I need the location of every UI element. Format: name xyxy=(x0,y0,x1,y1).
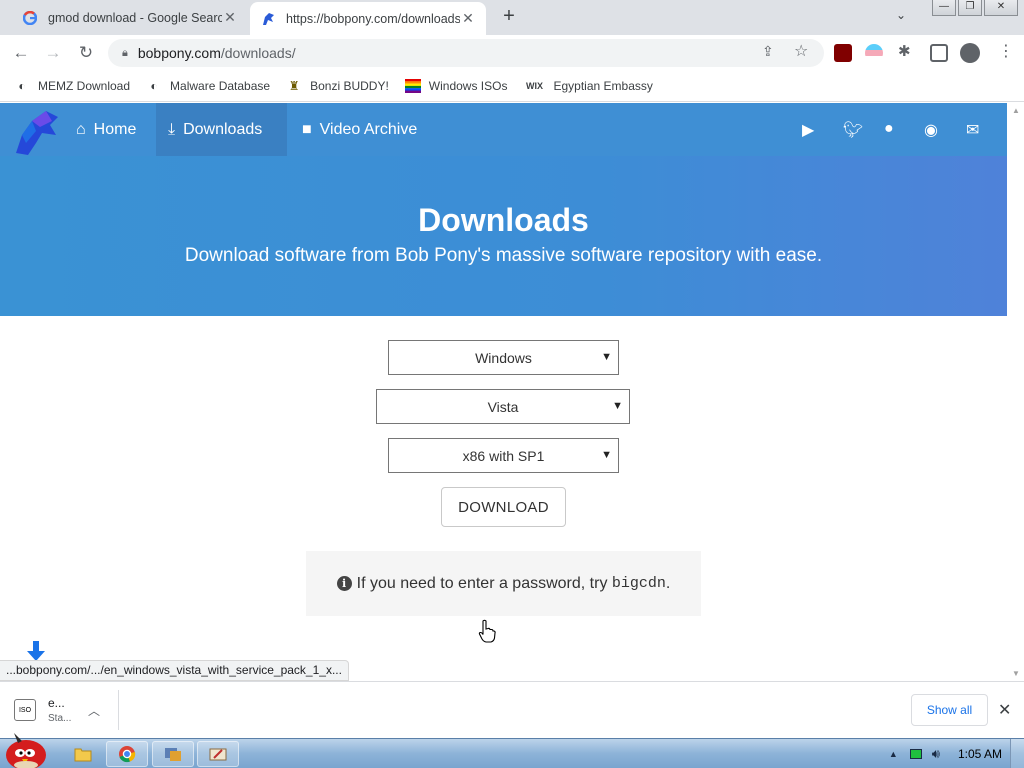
close-shelf-icon[interactable]: ✕ xyxy=(998,700,1011,720)
chevron-down-icon: ▼ xyxy=(601,351,612,363)
tab-bobpony-downloads[interactable]: https://bobpony.com/downloads ✕ xyxy=(250,2,486,35)
explorer-taskbar-icon[interactable] xyxy=(62,741,104,767)
show-desktop-button[interactable] xyxy=(1010,739,1024,768)
password-code: bigcdn xyxy=(611,575,666,592)
page-title: Downloads xyxy=(418,202,589,238)
chevron-down-icon: ▼ xyxy=(612,400,623,412)
share-icon[interactable]: ⇪ xyxy=(762,43,774,60)
web-page: ⌂ Home ⤓ Downloads ■ Video Archive ▶ 🐦︎ … xyxy=(0,103,1007,681)
lock-icon: 🔒︎ xyxy=(122,46,128,59)
tab-search-chevron-icon[interactable]: ⌄ xyxy=(896,8,906,22)
profile-avatar-icon[interactable] xyxy=(960,43,980,63)
discord-icon[interactable]: ◉ xyxy=(924,120,938,140)
app-taskbar-icon[interactable] xyxy=(152,741,194,767)
globe-icon: ◐ xyxy=(150,78,158,93)
close-tab-icon[interactable]: ✕ xyxy=(460,10,476,27)
chevron-up-icon[interactable]: ︿ xyxy=(88,702,100,719)
start-button-angry-bird-icon[interactable] xyxy=(2,731,50,768)
show-all-button[interactable]: Show all xyxy=(911,694,988,726)
menu-kebab-icon[interactable]: ⋮ xyxy=(998,41,1014,61)
rainbow-flag-icon xyxy=(404,78,421,94)
page-scrollbar[interactable]: ▲ ▼ xyxy=(1007,103,1024,681)
minimize-icon[interactable]: — xyxy=(932,0,956,16)
info-icon: i xyxy=(336,576,352,591)
browser-toolbar: ← → ↻ 🔒︎ bobpony.com/downloads/ ⇪ ☆ ✱ ⋮ xyxy=(0,35,1024,70)
nav-downloads[interactable]: ⤓ Downloads xyxy=(156,103,287,156)
close-tab-icon[interactable]: ✕ xyxy=(222,9,238,26)
bonzi-icon: ♜ xyxy=(288,78,300,93)
youtube-icon[interactable]: ▶ xyxy=(802,120,814,140)
system-tray: ▲ 🔊︎ 1:05 AM xyxy=(889,739,1024,768)
bobpony-logo-icon[interactable] xyxy=(12,107,62,157)
download-icon: ⤓ xyxy=(168,120,176,138)
download-status: Sta... xyxy=(48,713,72,724)
puzzle-extensions-icon[interactable]: ✱ xyxy=(898,42,911,60)
tab-google-search[interactable]: gmod download - Google Search ✕ xyxy=(12,0,248,35)
nav-video-archive[interactable]: ■ Video Archive xyxy=(290,103,429,156)
side-panel-icon[interactable] xyxy=(930,44,948,62)
password-notice: i If you need to enter a password, try b… xyxy=(306,551,701,616)
back-icon[interactable]: ← xyxy=(10,42,32,64)
divider xyxy=(118,690,119,730)
chrome-taskbar-icon[interactable] xyxy=(106,741,148,767)
bookmark-windows-isos[interactable]: Windows ISOs xyxy=(404,78,507,94)
clock[interactable]: 1:05 AM xyxy=(958,747,1002,761)
home-icon: ⌂ xyxy=(76,120,86,138)
wix-icon: WIX xyxy=(525,80,543,91)
extension-icon[interactable] xyxy=(865,44,883,62)
ublock-extension-icon[interactable] xyxy=(834,44,852,62)
tab-title: gmod download - Google Search xyxy=(48,10,222,25)
tab-strip: gmod download - Google Search ✕ https://… xyxy=(0,0,1024,35)
download-filename: e... xyxy=(48,696,65,710)
google-icon xyxy=(22,10,38,26)
bookmark-star-icon[interactable]: ☆ xyxy=(794,41,808,61)
page-subtitle: Download software from Bob Pony's massiv… xyxy=(184,245,823,266)
site-navbar: ⌂ Home ⤓ Downloads ■ Video Archive ▶ 🐦︎ … xyxy=(0,103,1007,156)
notice-text: If you need to enter a password, try xyxy=(356,574,612,592)
scroll-up-icon[interactable]: ▲ xyxy=(1012,106,1020,115)
windows-taskbar: ▲ 🔊︎ 1:05 AM xyxy=(0,733,1024,768)
download-button[interactable]: DOWNLOAD xyxy=(441,487,566,527)
bobpony-favicon-icon xyxy=(260,11,276,27)
url-text: bobpony.com/downloads/ xyxy=(137,45,296,61)
hand-cursor-icon xyxy=(478,619,496,643)
restore-icon[interactable]: ❐ xyxy=(958,0,982,16)
new-tab-button[interactable]: + xyxy=(498,6,520,28)
hero-banner: Downloads Download software from Bob Pon… xyxy=(0,156,1007,316)
video-icon: ■ xyxy=(302,120,312,138)
download-shelf: ISO e... Sta... ︿ Show all ✕ xyxy=(0,681,1024,738)
reload-icon[interactable]: ↻ xyxy=(75,42,97,64)
volume-icon[interactable]: 🔊︎ xyxy=(932,746,940,762)
status-bar-url: ...bobpony.com/.../en_windows_vista_with… xyxy=(0,660,349,681)
os-select[interactable]: Windows ▼ xyxy=(388,340,619,375)
scroll-down-icon[interactable]: ▼ xyxy=(1012,669,1020,678)
chevron-down-icon: ▼ xyxy=(601,449,612,461)
tab-title: https://bobpony.com/downloads xyxy=(286,11,460,26)
version-select[interactable]: Vista ▼ xyxy=(376,389,630,424)
bookmarks-bar: ◐ MEMZ Download ◐ Malware Database ♜ Bonzi … xyxy=(0,70,1024,102)
bookmark-malware-database[interactable]: ◐ Malware Database xyxy=(146,78,270,94)
paint-taskbar-icon[interactable] xyxy=(197,741,239,767)
edition-select[interactable]: x86 with SP1 ▼ xyxy=(388,438,619,473)
twitter-icon[interactable]: 🐦︎ xyxy=(843,120,863,140)
bookmark-egyptian-embassy[interactable]: WIX Egyptian Embassy xyxy=(523,78,653,94)
address-bar[interactable]: 🔒︎ bobpony.com/downloads/ xyxy=(108,39,824,67)
iso-file-icon: ISO xyxy=(14,699,36,721)
github-icon[interactable]: ● xyxy=(884,120,894,138)
close-window-icon[interactable]: ✕ xyxy=(984,0,1018,16)
screen: gmod download - Google Search ✕ https://… xyxy=(0,0,1024,768)
nav-home[interactable]: ⌂ Home xyxy=(64,103,148,156)
battery-icon[interactable] xyxy=(909,749,922,759)
tray-expand-icon[interactable]: ▲ xyxy=(889,749,898,759)
bookmark-memz[interactable]: ◐ MEMZ Download xyxy=(14,78,130,94)
window-controls: — ❐ ✕ xyxy=(932,0,1018,16)
bookmark-bonzi-buddy[interactable]: ♜ Bonzi BUDDY! xyxy=(286,78,389,94)
forward-icon[interactable]: → xyxy=(42,42,64,64)
download-item[interactable]: ISO e... Sta... xyxy=(14,696,71,724)
mail-icon[interactable]: ✉ xyxy=(966,120,979,140)
globe-icon: ◐ xyxy=(18,78,26,93)
